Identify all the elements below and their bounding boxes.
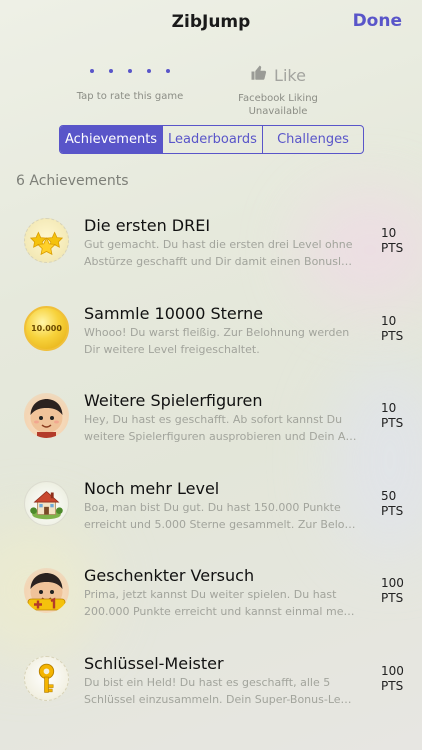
points-value: 100	[381, 663, 404, 678]
rating-dot-3[interactable]	[128, 69, 132, 73]
points-unit: PTS	[381, 416, 404, 430]
tab-leaderboards[interactable]: Leaderboards	[163, 126, 263, 153]
tab-challenges[interactable]: Challenges	[263, 126, 363, 153]
rating-dot-1[interactable]	[90, 69, 94, 73]
achievement-description: Boa, man bist Du gut. Du hast 150.000 Pu…	[84, 500, 356, 531]
achievement-title: Weitere Spielerfiguren	[84, 391, 263, 410]
achievement-description: Prima, jetzt kannst Du weiter spielen. D…	[84, 588, 355, 618]
like-subtitle-2: Unavailable	[248, 106, 308, 117]
character-icon	[24, 393, 69, 438]
segmented-control: Achievements Leaderboards Challenges	[59, 125, 364, 154]
achievement-title: Sammle 10000 Sterne	[84, 303, 264, 323]
achievement-row[interactable]: Noch mehr Level Boa, man bist Du gut. Du…	[0, 458, 422, 546]
extra-life-icon	[24, 568, 69, 613]
points-unit: PTS	[381, 241, 404, 255]
tab-achievements[interactable]: Achievements	[60, 126, 163, 153]
coin-text: 10.000	[31, 323, 62, 333]
achievement-points: 50 PTS	[381, 489, 403, 519]
navigation-bar: ZibJump Done	[0, 0, 422, 44]
like-subtitle-1: Facebook Liking	[238, 93, 318, 104]
achievement-points: 10 PTS	[381, 401, 403, 431]
achievement-title: Geschenkter Versuch	[84, 566, 255, 585]
achievement-points: 100 PTS	[381, 576, 404, 606]
points-value: 10	[381, 226, 397, 240]
rating-dot-4[interactable]	[147, 69, 151, 73]
points-unit: PTS	[381, 503, 404, 518]
achievement-description: Hey, Du hast es geschafft. Ab sofort kan…	[84, 413, 357, 443]
rate-label: Tap to rate this game	[76, 91, 184, 102]
thumbs-up-icon	[250, 64, 268, 86]
achievement-row[interactable]: Die ersten DREI Gut gemacht. Du hast die…	[0, 195, 422, 283]
achievement-description: Gut gemacht. Du hast die ersten drei Lev…	[84, 238, 353, 268]
points-unit: PTS	[381, 328, 404, 343]
key-icon	[24, 655, 69, 701]
achievement-description: Du bist ein Held! Du hast es geschafft, …	[84, 675, 352, 706]
rating-dot-5[interactable]	[166, 69, 170, 73]
rate-game-control[interactable]: Tap to rate this game	[60, 62, 200, 102]
facebook-like-control: Like Facebook Liking Unavailable	[222, 64, 334, 118]
achievement-row[interactable]: Weitere Spielerfiguren Hey, Du hast es g…	[0, 370, 422, 458]
achievement-points: 10 PTS	[381, 314, 403, 344]
achievement-title: Die ersten DREI	[84, 216, 211, 235]
achievement-points: 10 PTS	[381, 226, 403, 256]
done-button[interactable]: Done	[353, 11, 402, 31]
achievement-row[interactable]: Schlüssel-Meister Du bist ein Held! Du h…	[0, 633, 422, 721]
points-value: 50	[381, 488, 397, 503]
achievement-row[interactable]: Geschenkter Versuch Prima, jetzt kannst …	[0, 545, 422, 633]
house-icon	[24, 480, 69, 526]
coin-icon: 10.000	[24, 305, 69, 351]
achievements-count: 6 Achievements	[16, 173, 129, 189]
like-label: Like	[274, 65, 306, 85]
points-value: 10	[381, 401, 397, 415]
rating-dots[interactable]	[60, 62, 200, 80]
points-unit: PTS	[381, 678, 404, 693]
achievements-list: Die ersten DREI Gut gemacht. Du hast die…	[0, 195, 422, 720]
achievement-title: Schlüssel-Meister	[84, 653, 224, 673]
achievement-title: Noch mehr Level	[84, 478, 220, 498]
points-unit: PTS	[381, 591, 404, 605]
points-value: 100	[381, 576, 404, 590]
achievement-row[interactable]: 10.000 Sammle 10000 Sterne Whooo! Du war…	[0, 283, 422, 371]
achievement-points: 100 PTS	[381, 664, 404, 694]
achievement-description: Whooo! Du warst fleißig. Zur Belohnung w…	[84, 325, 350, 356]
points-value: 10	[381, 313, 397, 328]
rating-dot-2[interactable]	[109, 69, 113, 73]
stars-icon	[24, 218, 69, 263]
